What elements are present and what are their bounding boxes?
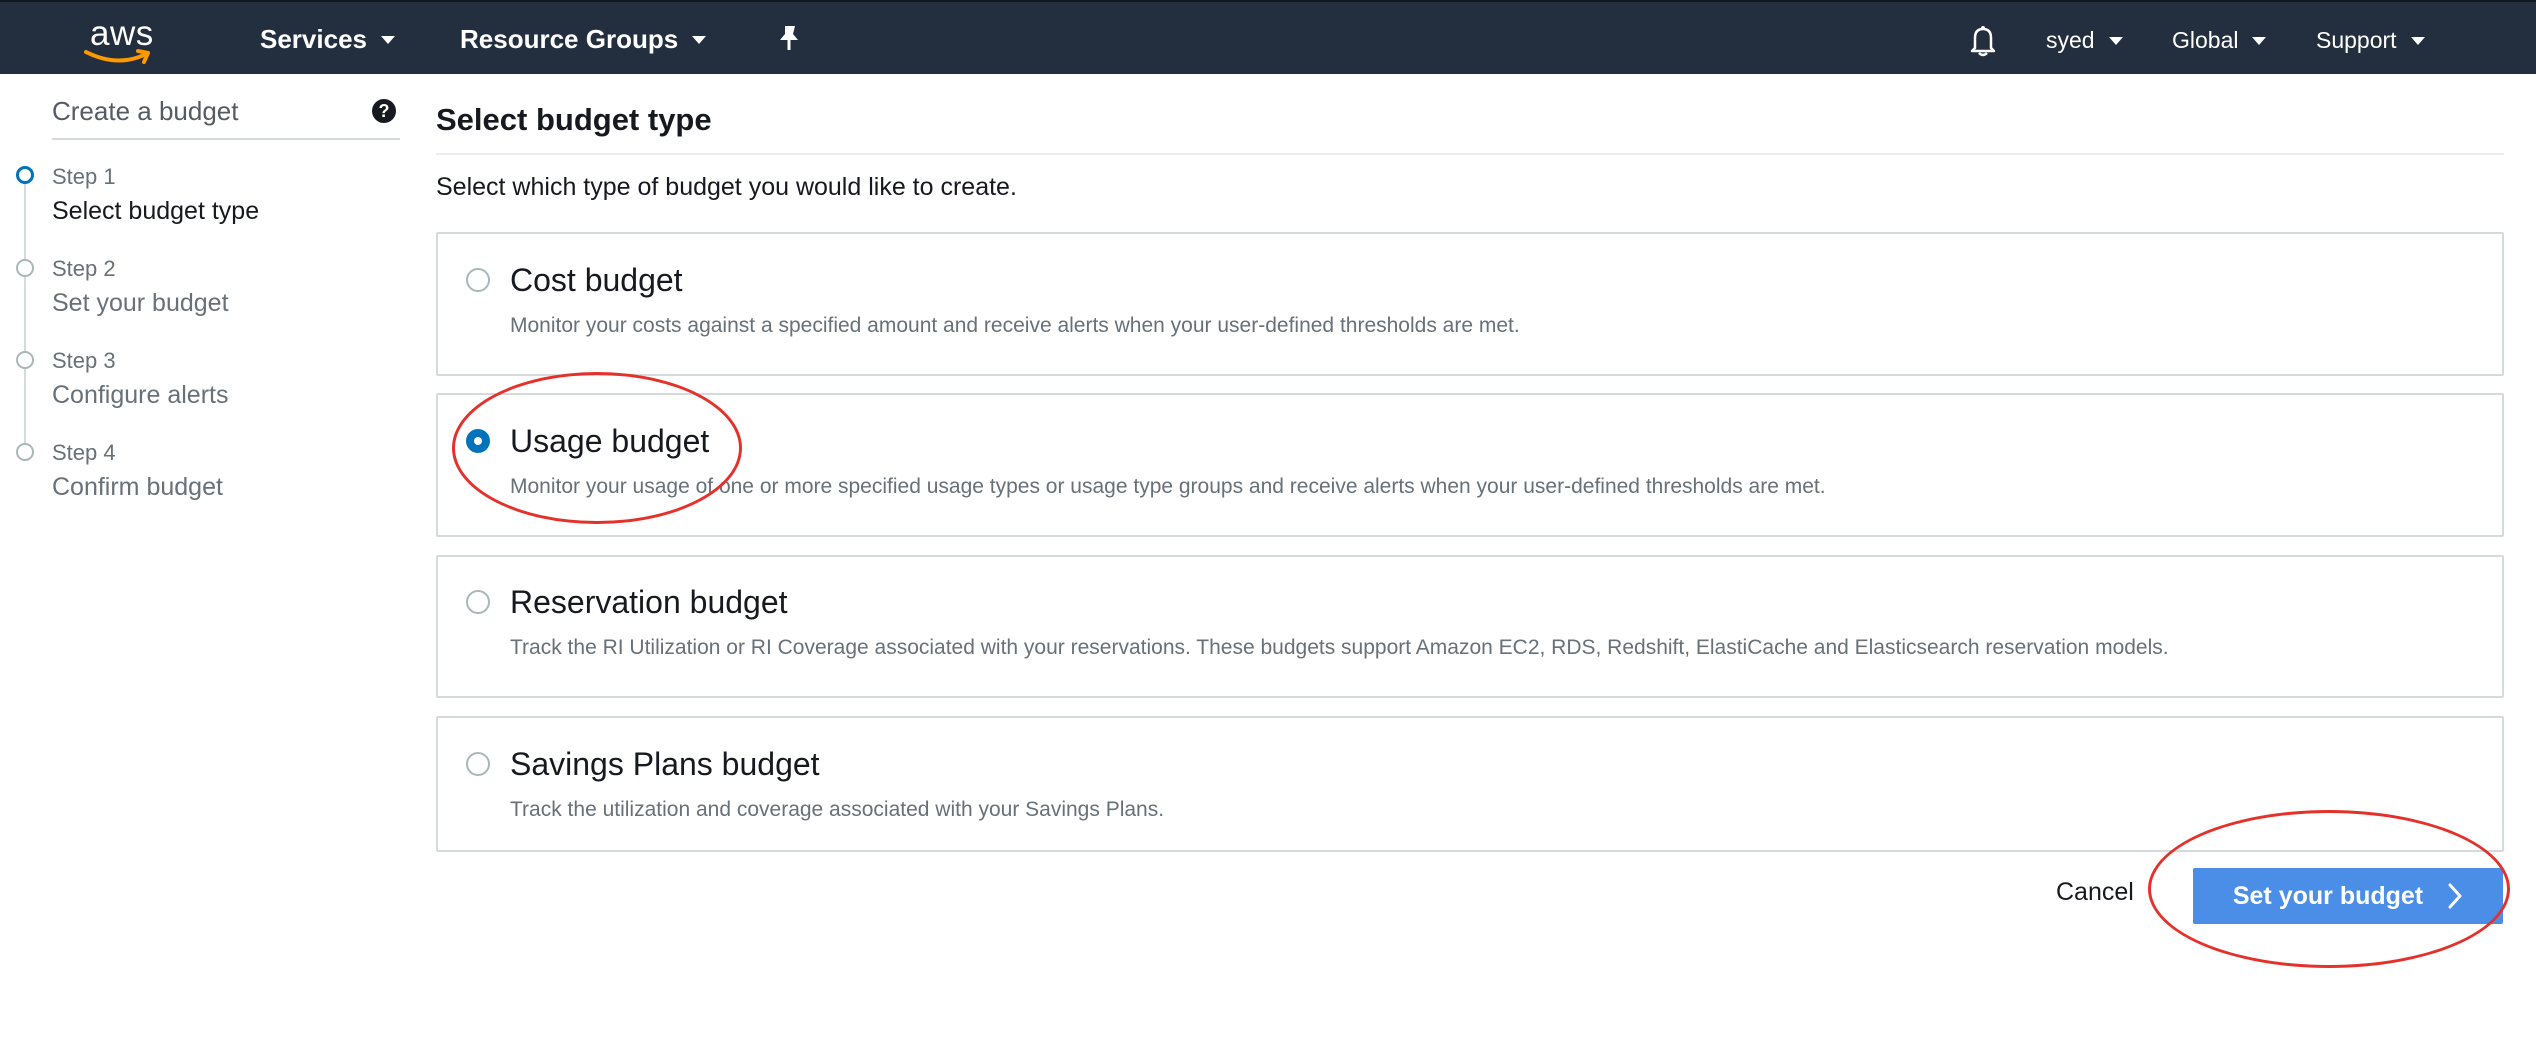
set-your-budget-button[interactable]: Set your budget <box>2193 868 2503 924</box>
step-4-number: Step 4 <box>52 440 116 465</box>
step-3-indicator <box>16 351 34 369</box>
usage-budget-title: Usage budget <box>510 423 710 459</box>
cost-budget-description: Monitor your costs against a specified a… <box>510 314 1520 337</box>
step-2-label: Set your budget <box>52 289 229 317</box>
svg-text:?: ? <box>379 101 390 121</box>
user-label: syed <box>2046 27 2095 53</box>
region-label: Global <box>2172 27 2239 53</box>
services-menu[interactable]: Services <box>260 24 395 55</box>
support-menu[interactable]: Support <box>2316 27 2425 54</box>
savings-plans-budget-description: Track the utilization and coverage assoc… <box>510 798 1165 821</box>
page-title: Select budget type <box>436 102 712 137</box>
user-menu[interactable]: syed <box>2046 27 2123 54</box>
step-1-indicator <box>16 166 34 184</box>
top-navigation-bar: aws Services Resource Groups syed Global <box>0 0 2536 74</box>
reservation-budget-description: Track the RI Utilization or RI Coverage … <box>510 636 2169 659</box>
caret-down-icon <box>2108 36 2123 45</box>
step-4-label: Confirm budget <box>52 473 223 501</box>
step-4-indicator <box>16 443 34 461</box>
sidebar-title: Create a budget <box>52 96 239 126</box>
caret-down-icon <box>692 35 707 44</box>
step-2-number: Step 2 <box>52 256 116 281</box>
services-label: Services <box>260 24 367 54</box>
savings-plans-budget-option[interactable]: Savings Plans budget Track the utilizati… <box>436 716 2504 852</box>
reservation-budget-option[interactable]: Reservation budget Track the RI Utilizat… <box>436 555 2504 698</box>
pin-icon[interactable] <box>776 24 802 57</box>
step-connector-line <box>24 176 26 454</box>
set-your-budget-label: Set your budget <box>2232 881 2424 910</box>
step-1-number: Step 1 <box>52 164 116 189</box>
chevron-right-icon <box>2448 883 2462 909</box>
reservation-budget-radio[interactable] <box>466 590 490 614</box>
caret-down-icon <box>380 35 395 44</box>
caret-down-icon <box>2252 36 2267 45</box>
bell-icon[interactable] <box>1967 24 1999 63</box>
caret-down-icon <box>2410 36 2425 45</box>
reservation-budget-title: Reservation budget <box>510 584 788 620</box>
step-3-number: Step 3 <box>52 348 116 373</box>
usage-budget-option[interactable]: Usage budget Monitor your usage of one o… <box>436 393 2504 537</box>
usage-budget-description: Monitor your usage of one or more specif… <box>510 475 1826 498</box>
savings-plans-budget-radio[interactable] <box>466 752 490 776</box>
resource-groups-menu[interactable]: Resource Groups <box>460 24 707 55</box>
page-subtitle: Select which type of budget you would li… <box>436 173 1017 201</box>
support-label: Support <box>2316 27 2397 53</box>
step-2-indicator <box>16 259 34 277</box>
usage-budget-radio[interactable] <box>466 429 490 453</box>
cost-budget-radio[interactable] <box>466 268 490 292</box>
resource-groups-label: Resource Groups <box>460 24 679 54</box>
step-3-label: Configure alerts <box>52 381 229 409</box>
savings-plans-budget-title: Savings Plans budget <box>510 746 820 782</box>
cost-budget-title: Cost budget <box>510 262 683 298</box>
step-1-label[interactable]: Select budget type <box>52 197 259 226</box>
question-circle-icon[interactable]: ? <box>371 98 397 124</box>
cancel-button[interactable]: Cancel <box>2056 878 2134 907</box>
aws-logo[interactable]: aws <box>80 12 170 66</box>
region-menu[interactable]: Global <box>2172 27 2267 54</box>
cost-budget-option[interactable]: Cost budget Monitor your costs against a… <box>436 232 2504 376</box>
sidebar-divider <box>52 138 400 140</box>
title-divider <box>436 153 2504 155</box>
aws-smile-icon <box>84 49 150 64</box>
